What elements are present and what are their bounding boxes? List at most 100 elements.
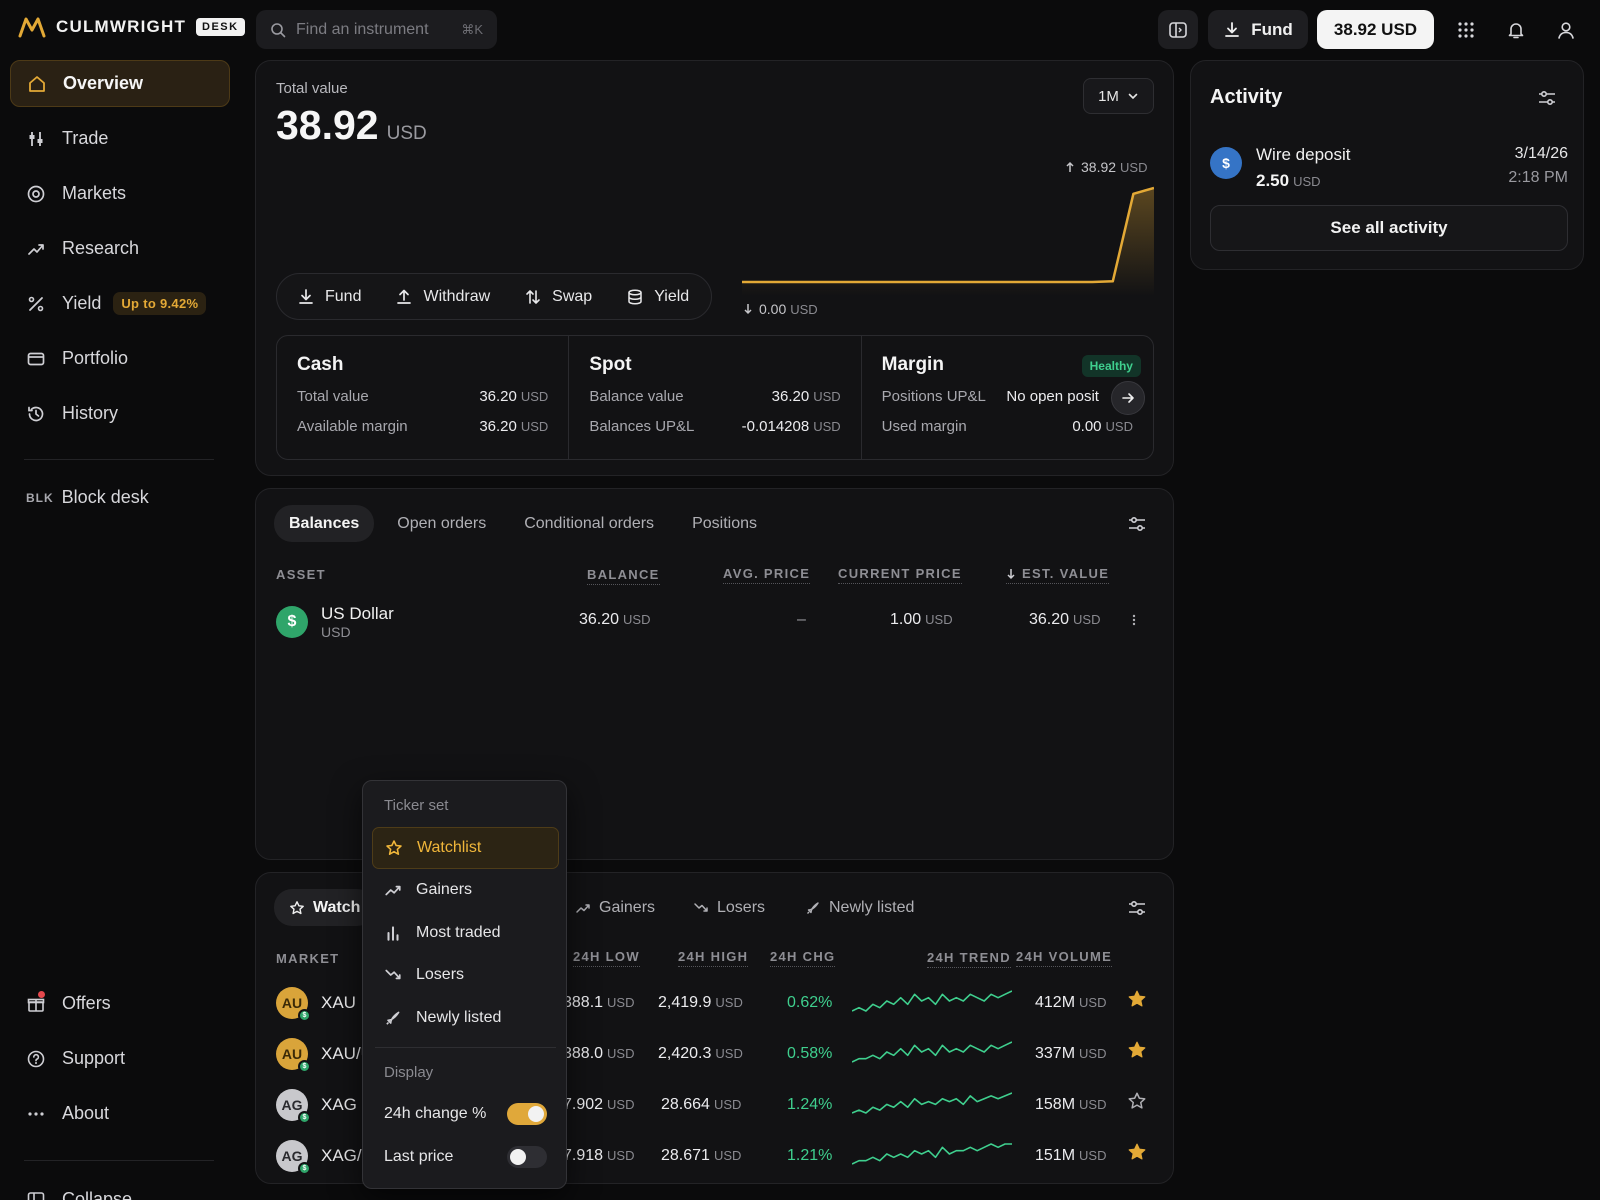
brand-badge: DESK <box>196 18 245 36</box>
sidebar-item-history[interactable]: History <box>10 390 230 437</box>
col-est-value[interactable]: EST. VALUE <box>1006 566 1110 584</box>
history-icon <box>26 404 46 424</box>
asset-ticker: USD <box>321 624 351 640</box>
cash-card[interactable]: Cash Total value 36.20 USD Available marg… <box>277 336 568 459</box>
col-24h-volume[interactable]: 24H VOLUME <box>1016 949 1113 967</box>
activity-info: Wire deposit 2.50 USD <box>1256 145 1494 191</box>
favorite-star-icon[interactable] <box>1127 1040 1147 1060</box>
sidebar-divider <box>24 1160 214 1161</box>
dropdown-item-losers[interactable]: Losers <box>372 954 559 996</box>
brand[interactable]: CULMWRIGHT DESK <box>18 16 245 38</box>
chevron-down-icon <box>1127 90 1139 102</box>
dropdown-item-gainers[interactable]: Gainers <box>372 869 559 911</box>
chart-low-label: 0.00 USD <box>743 301 818 317</box>
total-unit: USD <box>386 123 427 144</box>
sidebar-item-offers[interactable]: Offers <box>10 980 230 1027</box>
block-desk-prefix: BLK <box>26 490 54 505</box>
item-label: Watchlist <box>417 839 482 856</box>
dropdown-item-most-traded[interactable]: Most traded <box>372 912 559 954</box>
quick-actions: Fund Withdraw Swap Yield <box>276 273 712 320</box>
col-24h-chg[interactable]: 24H CHG <box>770 949 836 967</box>
col-market[interactable]: MARKET <box>276 951 339 966</box>
search-input[interactable]: Find an instrument ⌘K <box>256 10 497 49</box>
layout-toggle-button[interactable] <box>1158 10 1198 49</box>
apps-grid-icon[interactable] <box>1454 18 1478 42</box>
filter-icon[interactable] <box>1125 896 1149 920</box>
low-cell: 388.0 USD <box>563 1045 635 1063</box>
col-avg-price[interactable]: AVG. PRICE <box>723 566 811 584</box>
table-row[interactable]: AG $ XAG/U <box>276 1140 374 1175</box>
sidebar-item-label: Portfolio <box>62 348 129 368</box>
trend-up-icon <box>575 900 591 916</box>
est-value-cell: 36.20 USD <box>1029 611 1101 629</box>
sidebar-item-yield[interactable]: Yield Up to 9.42% <box>10 280 230 327</box>
col-24h-trend[interactable]: 24H TREND <box>927 950 1011 968</box>
row-menu-icon[interactable] <box>1131 613 1137 627</box>
last-price-toggle[interactable] <box>507 1146 547 1168</box>
dropdown-item-watchlist[interactable]: Watchlist <box>372 827 559 869</box>
tab-newly-listed[interactable]: Newly listed <box>790 889 929 926</box>
chg-cell: 1.21% <box>787 1147 833 1164</box>
value: 36.20 <box>1029 611 1070 628</box>
collapse-button[interactable]: Collapse <box>10 1176 230 1200</box>
arrow-up-icon <box>1065 161 1075 173</box>
table-row[interactable]: $ US Dollar USD <box>276 604 394 640</box>
sidebar-item-label: About <box>62 1103 110 1123</box>
period-select[interactable]: 1M <box>1083 78 1154 114</box>
tab-balances[interactable]: Balances <box>274 505 375 542</box>
see-all-activity-button[interactable]: See all activity <box>1210 205 1568 251</box>
tab-conditional-orders[interactable]: Conditional orders <box>509 505 669 542</box>
sidebar-item-about[interactable]: About <box>10 1090 230 1137</box>
table-row[interactable]: AG $ XAG I <box>276 1089 366 1124</box>
unit: USD <box>925 612 953 627</box>
spot-card[interactable]: Spot Balance value 36.20 USD Balances UP&… <box>568 336 860 459</box>
activity-item[interactable]: $ Wire deposit 2.50 USD 3/14/26 2:18 PM <box>1210 145 1568 191</box>
sidebar-item-research[interactable]: Research <box>10 225 230 272</box>
favorite-star-icon[interactable] <box>1127 989 1147 1009</box>
col-asset[interactable]: ASSET <box>276 567 326 582</box>
user-icon[interactable] <box>1554 18 1578 42</box>
filter-icon[interactable] <box>1125 512 1149 536</box>
balance-button[interactable]: 38.92 USD <box>1317 10 1434 49</box>
chart-low-unit: USD <box>790 301 818 317</box>
col-24h-low[interactable]: 24H LOW <box>573 949 640 967</box>
logo-icon <box>18 16 46 38</box>
value: 412M <box>1035 994 1076 1011</box>
filter-icon[interactable] <box>1535 86 1559 110</box>
tab-losers[interactable]: Losers <box>678 889 780 926</box>
change-percent-toggle[interactable] <box>507 1103 547 1125</box>
sidebar-item-block-desk[interactable]: BLK Block desk <box>10 474 230 521</box>
col-24h-high[interactable]: 24H HIGH <box>678 949 749 967</box>
total-value-label: Total value <box>276 80 348 97</box>
tab-label: Gainers <box>599 898 656 916</box>
tab-watchlist[interactable]: Watch <box>274 889 376 926</box>
yield-action-button[interactable]: Yield <box>626 288 689 306</box>
margin-card[interactable]: Margin Healthy Positions UP&L No open po… <box>860 336 1153 459</box>
market-name: XAU I <box>321 993 366 1012</box>
fund-button[interactable]: Fund <box>1208 10 1308 49</box>
activity-time: 2:18 PM <box>1508 169 1568 186</box>
sidebar-item-trade[interactable]: Trade <box>10 115 230 162</box>
col-current-price[interactable]: CURRENT PRICE <box>838 566 962 584</box>
ticker-set-dropdown: Ticker set Watchlist Gainers Most traded… <box>362 780 567 1189</box>
search-placeholder: Find an instrument <box>296 20 429 38</box>
table-row[interactable]: AU $ XAU I <box>276 987 366 1022</box>
table-row[interactable]: AU $ XAU/U <box>276 1038 373 1073</box>
dropdown-item-newly-listed[interactable]: Newly listed <box>372 997 559 1039</box>
tab-gainers[interactable]: Gainers <box>560 889 670 926</box>
sidebar-item-support[interactable]: Support <box>10 1035 230 1082</box>
tab-open-orders[interactable]: Open orders <box>382 505 501 542</box>
margin-scroll-button[interactable] <box>1110 381 1145 415</box>
sidebar-item-overview[interactable]: Overview <box>10 60 230 107</box>
col-balance[interactable]: BALANCE <box>587 567 660 585</box>
swap-action-button[interactable]: Swap <box>524 288 592 306</box>
withdraw-action-button[interactable]: Withdraw <box>395 288 490 306</box>
bell-icon[interactable] <box>1504 18 1528 42</box>
favorite-star-icon[interactable] <box>1127 1142 1147 1162</box>
star-outline-icon[interactable] <box>1127 1091 1147 1111</box>
tab-positions[interactable]: Positions <box>677 505 772 542</box>
sidebar-item-markets[interactable]: Markets <box>10 170 230 217</box>
sidebar-item-portfolio[interactable]: Portfolio <box>10 335 230 382</box>
toggle-knob <box>510 1149 526 1165</box>
fund-action-button[interactable]: Fund <box>297 288 361 306</box>
